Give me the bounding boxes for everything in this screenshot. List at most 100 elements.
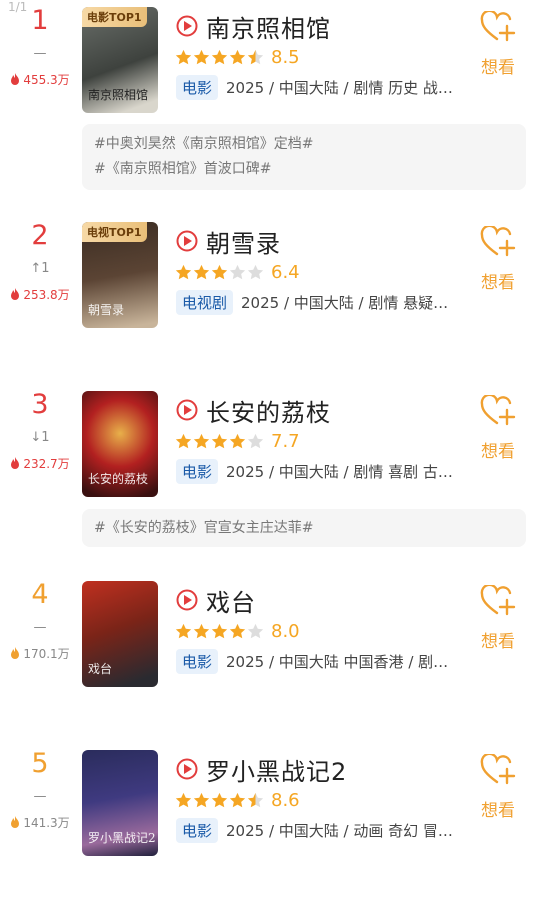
heat-value: 141.3万 [0, 814, 80, 831]
rank-change: — [33, 620, 47, 635]
want-to-watch-button[interactable]: 想看 [476, 224, 520, 293]
movie-title[interactable]: 南京照相馆 [206, 9, 331, 44]
movie-title[interactable]: 戏台 [206, 583, 256, 618]
want-label: 想看 [481, 632, 515, 652]
heat-value: 455.3万 [0, 71, 80, 88]
score: 6.4 [271, 261, 300, 283]
want-to-watch-button[interactable]: 想看 [476, 752, 520, 821]
topic-link[interactable]: #《长安的荔枝》官宣女主庄达菲# [94, 517, 514, 539]
star-full-icon [175, 433, 192, 448]
rank-change: — [33, 46, 47, 61]
heat-text: 170.1万 [23, 647, 70, 661]
heart-plus-icon [480, 393, 516, 426]
type-tag: 电影 [176, 458, 219, 484]
topic-box-3: #《长安的荔枝》官宣女主庄达菲# [82, 509, 526, 547]
poster-image[interactable]: 电视TOP1 朝雪录 [82, 222, 158, 328]
poster-badge: 电视TOP1 [82, 222, 147, 242]
meta-row: 电影 2025 / 中国大陆 / 剧情 喜剧 古… [176, 457, 453, 485]
flame-icon [11, 288, 20, 300]
rank-column: 3 ↓1 232.7万 [0, 389, 80, 472]
star-half-icon [247, 792, 264, 807]
meta-info: 2025 / 中国大陆 中国香港 / 剧… [226, 652, 449, 671]
rank-number: 5 [31, 748, 49, 779]
flame-icon [11, 73, 20, 85]
rating-row: 8.0 [175, 619, 300, 643]
heat-value: 170.1万 [0, 645, 80, 662]
play-icon[interactable] [176, 589, 198, 611]
flame-icon [11, 816, 20, 828]
poster-image[interactable]: 罗小黑战记2 [82, 750, 158, 856]
want-to-watch-button[interactable]: 想看 [476, 583, 520, 652]
meta-row: 电视剧 2025 / 中国大陆 / 剧情 悬疑… [176, 288, 448, 316]
star-full-icon [211, 49, 228, 64]
poster-badge: 电影TOP1 [82, 7, 147, 27]
title-row[interactable]: 戏台 [176, 581, 256, 619]
meta-row: 电影 2025 / 中国大陆 中国香港 / 剧… [176, 647, 448, 675]
play-icon[interactable] [176, 758, 198, 780]
star-rating [175, 264, 265, 281]
star-full-icon [175, 49, 192, 64]
rating-row: 8.5 [175, 45, 300, 69]
heat-text: 232.7万 [23, 457, 70, 471]
score: 8.6 [271, 789, 300, 811]
heat-text: 253.8万 [23, 288, 70, 302]
movie-title[interactable]: 罗小黑战记2 [206, 752, 347, 787]
score: 7.7 [271, 430, 300, 452]
rating-row: 8.6 [175, 788, 300, 812]
meta-row: 电影 2025 / 中国大陆 / 剧情 历史 战… [176, 73, 453, 101]
score: 8.5 [271, 46, 300, 68]
star-full-icon [229, 49, 246, 64]
poster-image[interactable]: 长安的荔枝 [82, 391, 158, 497]
movie-title[interactable]: 长安的荔枝 [206, 393, 331, 428]
topic-link[interactable]: #中奥刘昊然《南京照相馆》定档# [94, 132, 514, 157]
ranking-item-4[interactable]: 4 — 170.1万 戏台 戏台 8.0 电影 2025 / 中国大陆 中国香港… [0, 579, 539, 739]
star-rating [175, 433, 265, 450]
ranking-item-5[interactable]: 5 — 141.3万 罗小黑战记2 罗小黑战记2 8.6 电影 2025 / 中… [0, 748, 539, 908]
topic-link[interactable]: #《南京照相馆》首波口碑# [94, 157, 514, 182]
type-tag: 电影 [176, 74, 219, 100]
title-row[interactable]: 朝雪录 [176, 222, 281, 260]
poster-title: 朝雪录 [88, 303, 125, 317]
star-full-icon [193, 49, 210, 64]
title-row[interactable]: 南京照相馆 [176, 7, 331, 45]
want-label: 想看 [481, 801, 515, 821]
star-full-icon [175, 623, 192, 638]
poster-title: 南京照相馆 [88, 88, 149, 102]
rank-column: 2 ↑1 253.8万 [0, 220, 80, 303]
type-tag: 电视剧 [176, 289, 234, 315]
heat-text: 455.3万 [23, 73, 70, 87]
heat-value: 232.7万 [0, 455, 80, 472]
star-full-icon [175, 792, 192, 807]
want-to-watch-button[interactable]: 想看 [476, 9, 520, 78]
rank-column: 5 — 141.3万 [0, 748, 80, 831]
title-row[interactable]: 罗小黑战记2 [176, 750, 347, 788]
type-tag: 电影 [176, 648, 219, 674]
want-label: 想看 [481, 273, 515, 293]
rank-change: ↑1 [30, 261, 50, 276]
star-empty-icon [247, 623, 264, 638]
rating-row: 7.7 [175, 429, 300, 453]
star-full-icon [193, 623, 210, 638]
want-label: 想看 [481, 442, 515, 462]
star-full-icon [229, 792, 246, 807]
rank-number: 2 [31, 220, 49, 251]
star-empty-icon [247, 433, 264, 448]
poster-image[interactable]: 电影TOP1 南京照相馆 [82, 7, 158, 113]
meta-info: 2025 / 中国大陆 / 剧情 喜剧 古… [226, 462, 453, 481]
want-to-watch-button[interactable]: 想看 [476, 393, 520, 462]
rank-change: — [33, 789, 47, 804]
poster-image[interactable]: 戏台 [82, 581, 158, 687]
tv-title[interactable]: 朝雪录 [206, 224, 281, 259]
poster-title: 长安的荔枝 [88, 472, 149, 486]
play-icon[interactable] [176, 230, 198, 252]
play-icon[interactable] [176, 399, 198, 421]
title-row[interactable]: 长安的荔枝 [176, 391, 331, 429]
star-full-icon [229, 623, 246, 638]
ranking-item-2[interactable]: 2 ↑1 253.8万 电视TOP1 朝雪录 朝雪录 6.4 电视剧 2025 … [0, 220, 539, 380]
meta-row: 电影 2025 / 中国大陆 / 动画 奇幻 冒… [176, 816, 453, 844]
star-empty-icon [247, 264, 264, 279]
star-full-icon [193, 433, 210, 448]
heart-plus-icon [480, 9, 516, 42]
play-icon[interactable] [176, 15, 198, 37]
meta-info: 2025 / 中国大陆 / 剧情 悬疑… [241, 293, 449, 312]
